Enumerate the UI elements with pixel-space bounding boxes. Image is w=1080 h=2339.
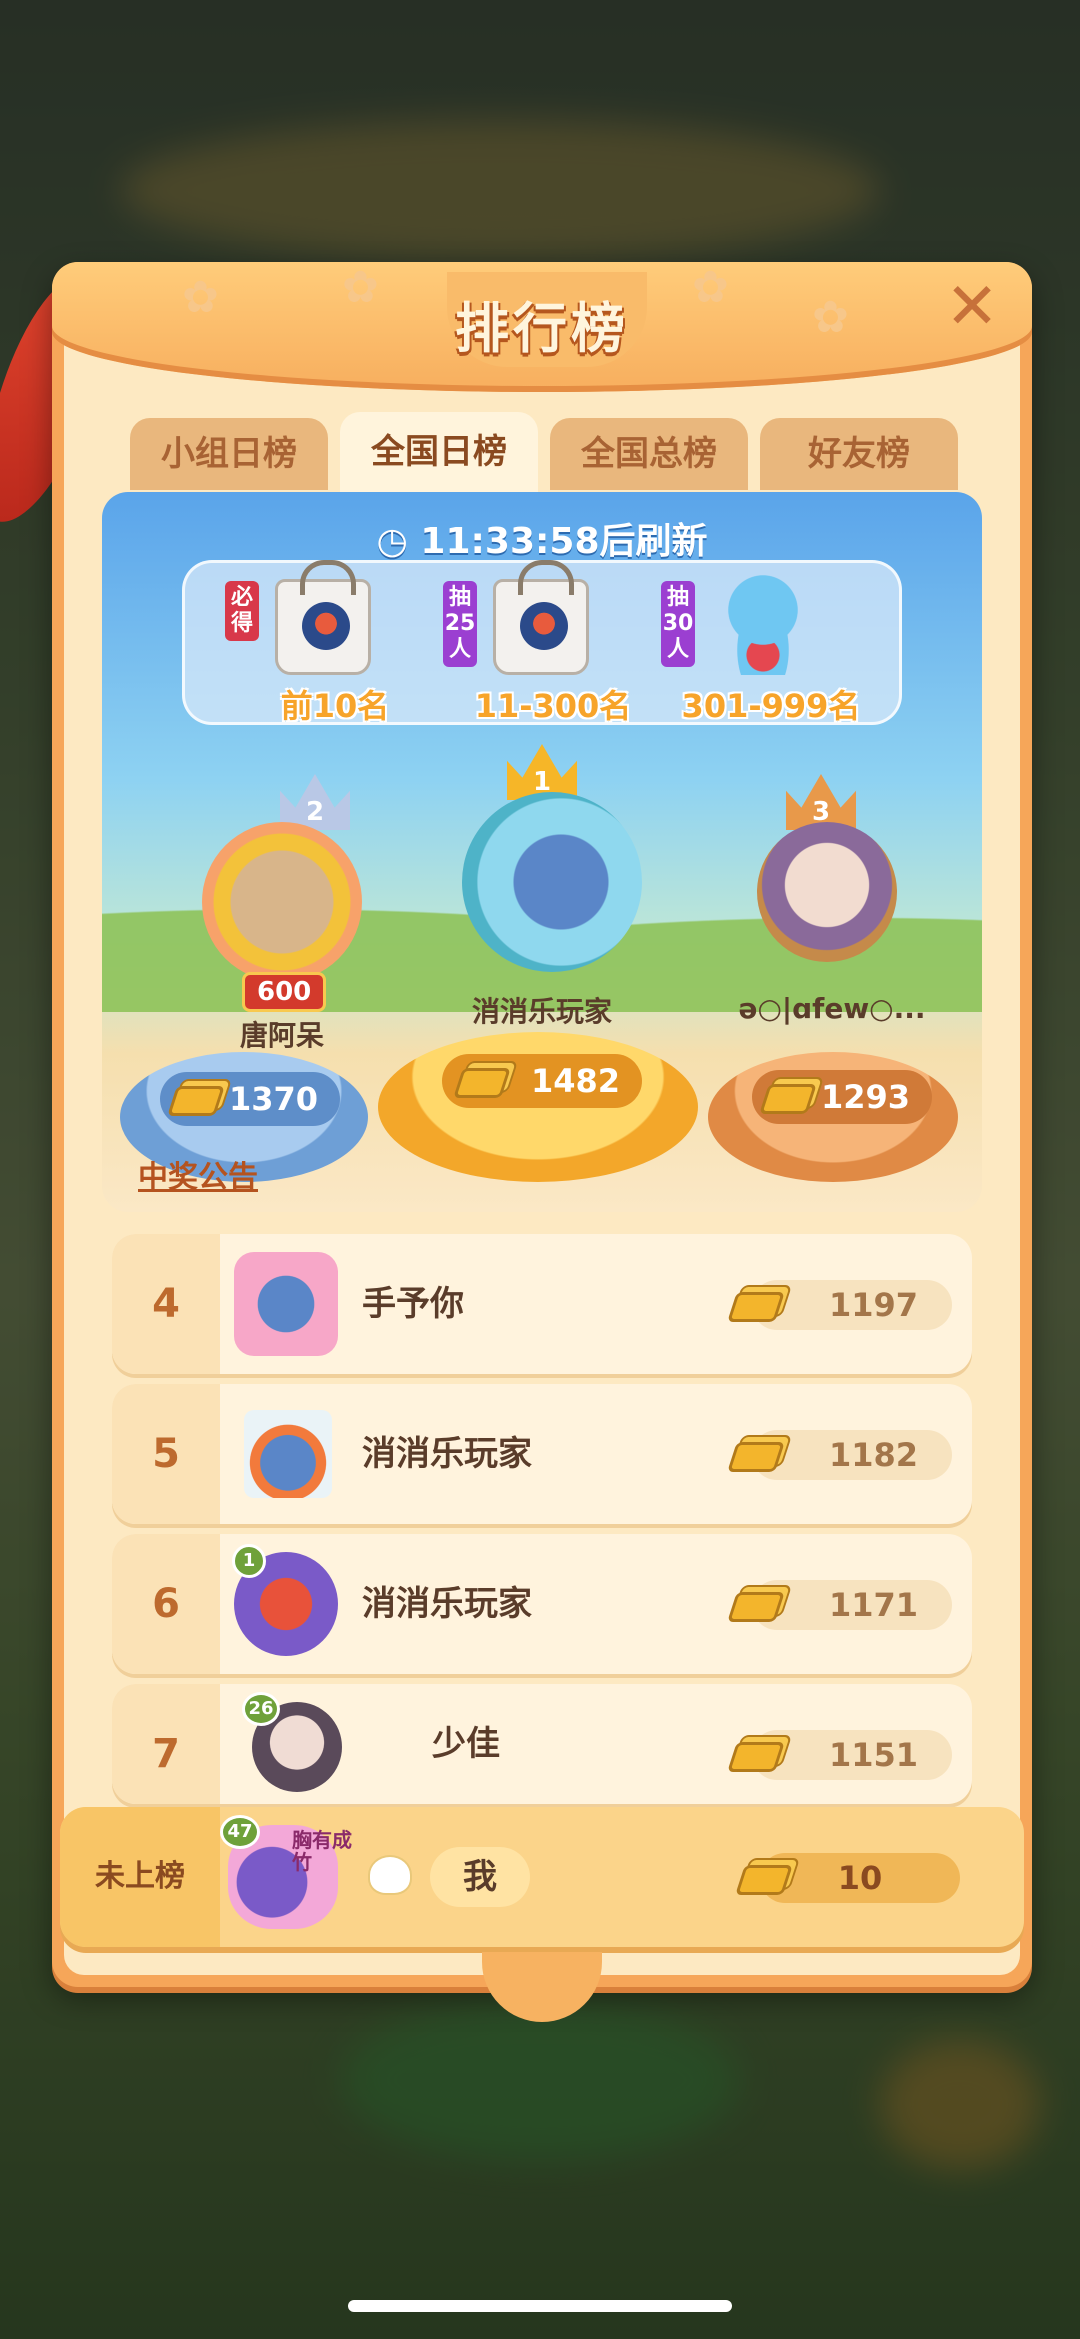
prize-11-300[interactable]: 抽25人 11-300名 [443,560,663,728]
my-name: 我 [430,1847,530,1907]
tab-friends[interactable]: 好友榜 [760,418,958,490]
player-score: 1151 [752,1730,952,1780]
player-score: 1197 [752,1280,952,1330]
level-badge: 47 [220,1815,260,1849]
gold-bar-icon [727,1292,785,1322]
prize-top10[interactable]: 必得 前10名 [225,560,445,728]
tab-bar: 小组日榜 全国日榜 全国总榜 好友榜 [130,412,960,492]
my-avatar-caption: 胸有成竹 [292,1828,352,1874]
player-name: 手予你 [362,1284,464,1324]
gold-bar-icon [735,1865,793,1895]
podium-card: ◷ 11:33:58后刷新 必得 前10名 抽25人 11-300名 抽30人 … [102,492,982,1212]
level-badge: 1 [232,1544,266,1578]
refresh-timer-text: 11:33:58后刷新 [420,521,708,562]
prize-notice-link[interactable]: 中奖公告 [138,1152,258,1196]
close-icon[interactable]: ✕ [940,275,1004,341]
rank-row[interactable]: 7 26 少佳 1151 [112,1684,972,1804]
tab-group-daily[interactable]: 小组日榜 [130,418,328,490]
rank-number: 4 [112,1234,220,1374]
prize-label: 301-999名 [681,687,861,725]
rank-number: 5 [112,1384,220,1524]
gold-bar-icon [167,1086,225,1116]
rabbit-icon [368,1855,412,1895]
bag-print [302,602,350,650]
level-badge: 26 [242,1692,280,1726]
gold-bar-icon [727,1742,785,1772]
clock-icon: ◷ [376,521,421,562]
avatar-rank-3[interactable] [757,822,897,962]
player-name: 消消乐玩家 [362,1584,532,1624]
blue-bear-plush-icon [723,575,803,675]
avatar-rank-2[interactable] [202,822,362,982]
rank-number: 7 [112,1684,220,1804]
badge-600: 600 [242,972,327,1012]
rank-number: 6 [112,1534,220,1674]
podium-name-1: 消消乐玩家 [471,995,612,1028]
player-name: 消消乐玩家 [362,1434,532,1474]
podium-name-2: 唐阿呆 [239,1019,324,1052]
player-avatar [244,1410,332,1498]
leaderboard-panel: ✿ ✿ ✿ ✿ 排行榜 ✕ 小组日榜 全国日榜 全国总榜 好友榜 ◷ 11:33… [52,262,1032,2022]
rank-row[interactable]: 6 1 消消乐玩家 1171 [112,1534,972,1674]
player-score: 1182 [752,1430,952,1480]
panel-header: ✿ ✿ ✿ ✿ 排行榜 ✕ [52,262,1032,392]
tote-bag-icon [275,560,371,675]
player-avatar [234,1252,338,1356]
prize-label: 前10名 [280,687,390,725]
gold-bar-icon [727,1442,785,1472]
prize-tag: 抽30人 [661,581,695,667]
prize-label: 11-300名 [474,687,632,725]
bag-print [520,602,568,650]
tote-bag-icon [493,560,589,675]
rank-row[interactable]: 4 手予你 1197 [112,1234,972,1374]
prize-tag: 抽25人 [443,581,477,667]
my-rank-row[interactable]: 未上榜 47 胸有成竹 我 10 [60,1807,1024,1947]
prize-301-999[interactable]: 抽30人 301-999名 [661,563,881,728]
tab-national-total[interactable]: 全国总榜 [550,418,748,490]
my-rank-label: 未上榜 [60,1807,220,1947]
my-score: 10 [760,1853,960,1903]
player-score: 1171 [752,1580,952,1630]
gold-bar-icon [727,1592,785,1622]
home-indicator[interactable] [348,2300,732,2312]
refresh-timer: ◷ 11:33:58后刷新 [102,512,982,564]
rank-row[interactable]: 5 消消乐玩家 1182 [112,1384,972,1524]
panel-title: 排行榜 [455,297,629,360]
prize-tag: 必得 [225,581,259,641]
player-name: 少佳 [432,1724,500,1764]
podium-name-3: ə○|ɑfew○... [738,992,926,1025]
prize-box[interactable]: 必得 前10名 抽25人 11-300名 抽30人 301-999名 [182,560,902,725]
gold-bar-icon [453,1068,511,1098]
avatar-rank-1[interactable] [462,792,642,972]
tab-national-daily[interactable]: 全国日榜 [340,412,538,492]
gold-bar-icon [759,1084,817,1114]
